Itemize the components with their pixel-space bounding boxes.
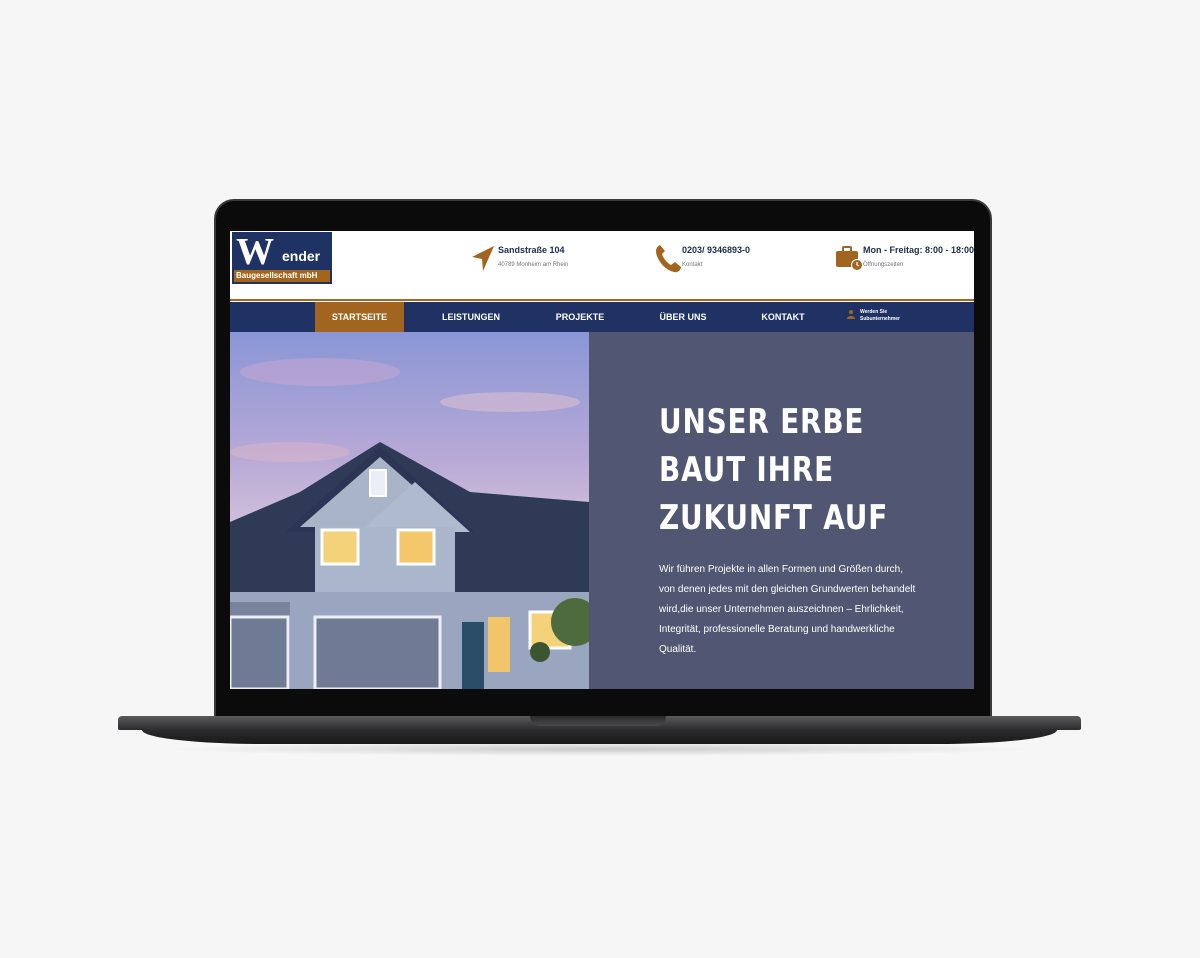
nav-kontakt[interactable]: KONTAKT [738,302,828,332]
hero-text-panel: UNSER ERBE BAUT IHRE ZUKUNFT AUF Wir füh… [589,332,974,689]
laptop-notch [530,716,666,726]
phone-info[interactable]: 0203/ 9346893-0 Kontakt [654,241,784,281]
contact-label: Kontakt [682,262,703,268]
nav-leistungen[interactable]: LEISTUNGEN [426,302,516,332]
logo-name: ender [282,248,321,264]
user-icon [847,310,855,319]
headline-line-1: UNSER ERBE [659,402,865,442]
nav-startseite[interactable]: STARTSEITE [315,302,404,332]
address-city: 40789 Monheim am Rhein [498,262,569,268]
hero-description: Wir führen Projekte in allen Formen und … [659,564,916,655]
company-logo[interactable]: W ender Baugesellschaft mbH [232,231,332,284]
opening-hours-label: Öffnungszeiten [863,262,904,268]
logo-letter: W [236,231,274,273]
logo-subtitle: Baugesellschaft mbH [236,271,318,280]
nav-subcontractor[interactable]: Werden Sie Subunternehmer [847,309,901,323]
briefcase-clock-icon [836,246,863,271]
subcontractor-line1: Werden Sie [860,309,888,315]
hero-headline: UNSER ERBE BAUT IHRE ZUKUNFT AUF [659,398,905,542]
subcontractor-line2: Subunternehmer [860,316,901,322]
hero-house-image [230,332,589,689]
phone-number[interactable]: 0203/ 9346893-0 [682,245,750,255]
site-header: W ender Baugesellschaft mbH Sandstraße 1… [230,231,974,301]
headline-line-2: BAUT IHRE [659,450,834,490]
opening-hours: Mon - Freitag: 8:00 - 18:00 [863,245,974,255]
address-street: Sandstraße 104 [498,245,565,255]
website-screen: W ender Baugesellschaft mbH Sandstraße 1… [230,231,974,689]
address-info: Sandstraße 104 40789 Monheim am Rhein [470,241,600,281]
nav-projekte[interactable]: PROJEKTE [535,302,625,332]
location-arrow-icon [472,246,494,271]
nav-ueber-uns[interactable]: ÜBER UNS [638,302,728,332]
hours-info: Mon - Freitag: 8:00 - 18:00 Öffnungszeit… [835,241,974,281]
phone-icon [656,245,681,273]
main-nav: STARTSEITE LEISTUNGEN PROJEKTE ÜBER UNS … [230,302,974,332]
laptop-base [118,716,1081,746]
headline-line-3: ZUKUNFT AUF [659,498,889,538]
